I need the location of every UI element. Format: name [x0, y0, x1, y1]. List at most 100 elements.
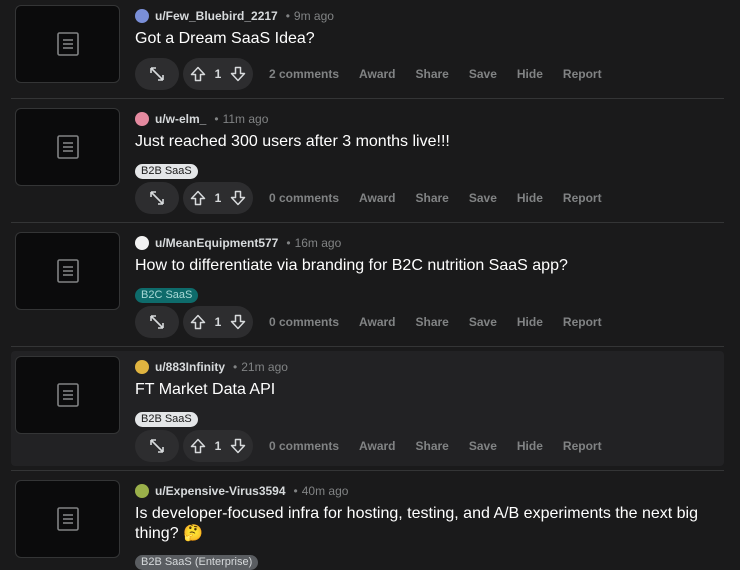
post-meta: u/MeanEquipment577 • 16m ago — [135, 234, 341, 252]
comments-button[interactable]: 2 comments — [259, 67, 349, 81]
downvote-icon[interactable] — [230, 314, 246, 330]
upvote-icon[interactable] — [190, 438, 206, 454]
expand-icon — [150, 439, 164, 453]
text-post-icon — [56, 507, 79, 531]
award-button[interactable]: Award — [349, 315, 405, 329]
post-thumbnail[interactable] — [15, 480, 120, 558]
divider — [11, 222, 724, 223]
report-button[interactable]: Report — [553, 67, 612, 81]
post-meta: u/w-elm_ • 11m ago — [135, 110, 268, 128]
avatar[interactable] — [135, 484, 149, 498]
upvote-icon[interactable] — [190, 190, 206, 206]
text-post-icon — [56, 259, 79, 283]
award-button[interactable]: Award — [349, 439, 405, 453]
expand-button[interactable] — [135, 306, 179, 338]
username-link[interactable]: u/883Infinity — [155, 360, 225, 374]
text-post-icon — [56, 383, 79, 407]
save-button[interactable]: Save — [459, 315, 507, 329]
vote-count: 1 — [214, 67, 222, 81]
share-button[interactable]: Share — [406, 315, 459, 329]
hide-button[interactable]: Hide — [507, 191, 553, 205]
avatar[interactable] — [135, 9, 149, 23]
post-card[interactable]: u/w-elm_ • 11m ago Just reached 300 user… — [11, 103, 724, 216]
post-title[interactable]: How to differentiate via branding for B2… — [135, 256, 725, 276]
vote-control: 1 — [183, 182, 253, 214]
divider — [11, 98, 724, 99]
downvote-icon[interactable] — [230, 438, 246, 454]
downvote-icon[interactable] — [230, 190, 246, 206]
comments-button[interactable]: 0 comments — [259, 191, 349, 205]
separator-dot: • — [214, 112, 219, 126]
expand-icon — [150, 191, 164, 205]
vote-count: 1 — [214, 191, 222, 205]
share-button[interactable]: Share — [406, 439, 459, 453]
post-time: 21m ago — [241, 360, 288, 374]
post-flair[interactable]: B2B SaaS — [135, 164, 198, 179]
post-meta: u/Few_Bluebird_2217 • 9m ago — [135, 7, 334, 25]
post-flair[interactable]: B2B SaaS — [135, 412, 198, 427]
comments-button[interactable]: 0 comments — [259, 315, 349, 329]
hide-button[interactable]: Hide — [507, 67, 553, 81]
post-thumbnail[interactable] — [15, 356, 120, 434]
post-meta: u/Expensive-Virus3594 • 40m ago — [135, 482, 348, 500]
post-thumbnail[interactable] — [15, 5, 120, 83]
post-actions: 1 0 comments Award Share Save Hide Repor… — [135, 430, 612, 462]
save-button[interactable]: Save — [459, 191, 507, 205]
avatar[interactable] — [135, 112, 149, 126]
post-thumbnail[interactable] — [15, 232, 120, 310]
post-card[interactable]: u/Few_Bluebird_2217 • 9m ago Got a Dream… — [11, 0, 724, 113]
award-button[interactable]: Award — [349, 191, 405, 205]
vote-control: 1 — [183, 58, 253, 90]
post-title[interactable]: FT Market Data API — [135, 380, 725, 400]
post-title[interactable]: Got a Dream SaaS Idea? — [135, 29, 725, 49]
post-thumbnail[interactable] — [15, 108, 120, 186]
hide-button[interactable]: Hide — [507, 315, 553, 329]
separator-dot: • — [286, 236, 291, 250]
expand-button[interactable] — [135, 58, 179, 90]
share-button[interactable]: Share — [406, 191, 459, 205]
username-link[interactable]: u/w-elm_ — [155, 112, 206, 126]
post-time: 9m ago — [293, 9, 334, 23]
expand-icon — [150, 67, 164, 81]
post-flair[interactable]: B2C SaaS — [135, 288, 199, 303]
expand-icon — [150, 315, 164, 329]
username-link[interactable]: u/Expensive-Virus3594 — [155, 484, 286, 498]
expand-button[interactable] — [135, 430, 179, 462]
post-title[interactable]: Just reached 300 users after 3 months li… — [135, 132, 725, 152]
upvote-icon[interactable] — [190, 66, 206, 82]
comments-button[interactable]: 0 comments — [259, 439, 349, 453]
save-button[interactable]: Save — [459, 67, 507, 81]
downvote-icon[interactable] — [230, 66, 246, 82]
separator-dot: • — [285, 9, 290, 23]
divider — [11, 346, 724, 347]
share-button[interactable]: Share — [406, 67, 459, 81]
expand-button[interactable] — [135, 182, 179, 214]
separator-dot: • — [233, 360, 238, 374]
text-post-icon — [56, 32, 79, 56]
post-card[interactable]: u/Expensive-Virus3594 • 40m ago Is devel… — [11, 475, 725, 570]
post-meta: u/883Infinity • 21m ago — [135, 358, 288, 376]
post-card[interactable]: u/MeanEquipment577 • 16m ago How to diff… — [11, 227, 724, 340]
hide-button[interactable]: Hide — [507, 439, 553, 453]
separator-dot: • — [293, 484, 298, 498]
post-time: 11m ago — [222, 112, 269, 126]
vote-count: 1 — [214, 439, 222, 453]
upvote-icon[interactable] — [190, 314, 206, 330]
avatar[interactable] — [135, 360, 149, 374]
save-button[interactable]: Save — [459, 439, 507, 453]
post-card[interactable]: u/883Infinity • 21m ago FT Market Data A… — [11, 351, 724, 466]
avatar[interactable] — [135, 236, 149, 250]
report-button[interactable]: Report — [553, 315, 612, 329]
username-link[interactable]: u/Few_Bluebird_2217 — [155, 9, 278, 23]
report-button[interactable]: Report — [553, 191, 612, 205]
post-title[interactable]: Is developer-focused infra for hosting, … — [135, 504, 725, 544]
post-time: 40m ago — [301, 484, 349, 498]
vote-control: 1 — [183, 430, 253, 462]
post-time: 16m ago — [294, 236, 342, 250]
username-link[interactable]: u/MeanEquipment577 — [155, 236, 278, 250]
vote-control: 1 — [183, 306, 253, 338]
report-button[interactable]: Report — [553, 439, 612, 453]
award-button[interactable]: Award — [349, 67, 405, 81]
post-actions: 1 0 comments Award Share Save Hide Repor… — [135, 306, 612, 338]
divider — [11, 470, 724, 471]
